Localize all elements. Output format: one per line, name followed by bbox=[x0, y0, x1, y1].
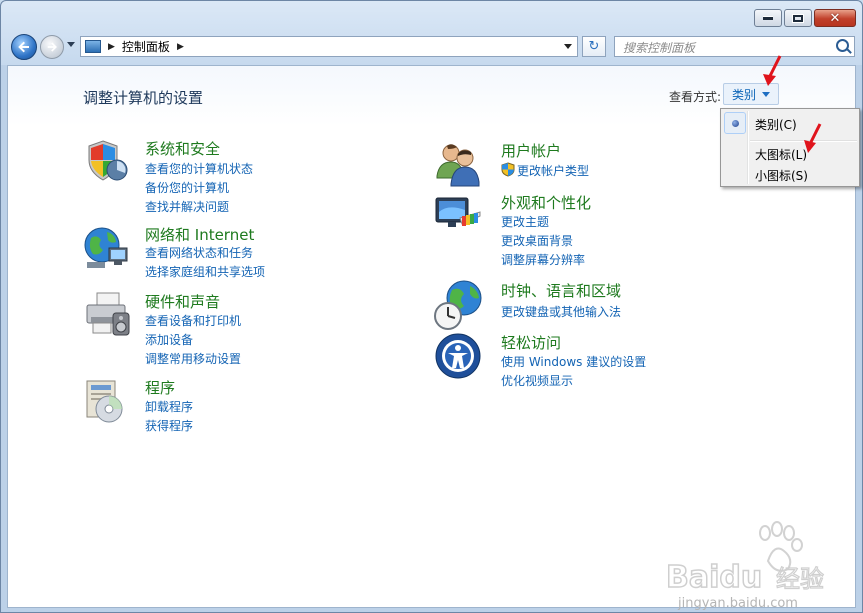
search-box[interactable] bbox=[614, 36, 855, 57]
baidu-jingyan-watermark: Baidu 经验 jingyan.baidu.com bbox=[665, 521, 825, 611]
link-adjust-screen-resolution[interactable]: 调整屏幕分辨率 bbox=[501, 251, 585, 268]
link-add-device[interactable]: 添加设备 bbox=[145, 331, 193, 348]
page-title: 调整计算机的设置 bbox=[83, 89, 204, 107]
back-arrow-icon bbox=[18, 41, 29, 53]
link-windows-recommended-settings[interactable]: 使用 Windows 建议的设置 bbox=[501, 353, 646, 370]
minimize-button[interactable] bbox=[754, 9, 782, 27]
link-homegroup-sharing[interactable]: 选择家庭组和共享选项 bbox=[145, 263, 265, 280]
link-troubleshoot[interactable]: 查找并解决问题 bbox=[145, 198, 229, 215]
back-button[interactable] bbox=[11, 34, 37, 60]
forward-button[interactable] bbox=[40, 35, 64, 59]
link-optimize-video-display[interactable]: 优化视频显示 bbox=[501, 372, 573, 389]
watermark-brand: Baidu bbox=[666, 560, 762, 595]
users-icon bbox=[436, 144, 480, 187]
link-change-keyboard-input[interactable]: 更改键盘或其他输入法 bbox=[501, 303, 621, 320]
address-bar[interactable]: ▶ 控制面板 ▶ bbox=[80, 36, 578, 57]
category-title-ease-of-access[interactable]: 轻松访问 bbox=[501, 332, 561, 353]
menu-item-label: 小图标(S) bbox=[755, 169, 808, 183]
category-title-user-accounts[interactable]: 用户帐户 bbox=[501, 140, 561, 161]
category-title-system-security[interactable]: 系统和安全 bbox=[145, 138, 220, 159]
control-panel-window: ✕ ▶ 控制面板 ▶ ↻ 调整计算机的设置 查看方式: 类别 bbox=[0, 0, 863, 613]
link-change-theme[interactable]: 更改主题 bbox=[501, 213, 549, 230]
watermark-url: jingyan.baidu.com bbox=[677, 596, 798, 611]
search-icon[interactable] bbox=[836, 39, 849, 52]
search-input[interactable] bbox=[615, 38, 823, 57]
link-get-programs[interactable]: 获得程序 bbox=[145, 417, 193, 434]
view-by-menu: 类别(C) 大图标(L) 小图标(S) bbox=[720, 108, 860, 187]
annotation-arrow-icon bbox=[804, 123, 822, 153]
radio-checked-icon bbox=[724, 112, 746, 134]
maximize-button[interactable] bbox=[784, 9, 812, 27]
chevron-down-icon bbox=[564, 44, 572, 49]
category-title-appearance-personalization[interactable]: 外观和个性化 bbox=[501, 192, 591, 213]
watermark-brand-cn: 经验 bbox=[776, 565, 824, 593]
category-title-network-internet[interactable]: 网络和 Internet bbox=[145, 224, 254, 245]
menu-item-category[interactable]: 类别(C) bbox=[723, 112, 857, 134]
menu-item-large-icons[interactable]: 大图标(L) bbox=[723, 142, 857, 164]
link-change-account-type[interactable]: 更改帐户类型 bbox=[517, 162, 589, 179]
category-title-hardware-sound[interactable]: 硬件和声音 bbox=[145, 291, 220, 312]
annotation-arrow-icon bbox=[763, 55, 782, 86]
link-change-desktop-background[interactable]: 更改桌面背景 bbox=[501, 232, 573, 249]
maximize-icon bbox=[792, 13, 804, 23]
uac-shield-icon bbox=[501, 162, 515, 177]
breadcrumb-control-panel[interactable]: 控制面板 bbox=[122, 38, 170, 55]
refresh-icon: ↻ bbox=[588, 39, 600, 54]
breadcrumb-chevron-icon[interactable]: ▶ bbox=[177, 42, 184, 52]
forward-arrow-icon bbox=[47, 42, 57, 52]
clock-globe-icon bbox=[434, 280, 482, 330]
close-button[interactable]: ✕ bbox=[814, 9, 856, 27]
minimize-icon bbox=[763, 16, 773, 20]
link-view-computer-status[interactable]: 查看您的计算机状态 bbox=[145, 160, 253, 177]
view-by-label: 查看方式: bbox=[669, 90, 722, 104]
programs-icon bbox=[86, 380, 123, 423]
view-by-value: 类别 bbox=[732, 87, 757, 102]
monitor-palette-icon bbox=[435, 197, 481, 227]
close-icon: ✕ bbox=[829, 10, 841, 26]
refresh-button[interactable]: ↻ bbox=[582, 36, 606, 57]
recent-pages-dropdown[interactable] bbox=[67, 42, 75, 47]
shield-icon bbox=[88, 140, 128, 181]
link-backup-computer[interactable]: 备份您的计算机 bbox=[145, 179, 229, 196]
link-view-network-status[interactable]: 查看网络状态和任务 bbox=[145, 244, 253, 261]
network-globe-icon bbox=[84, 227, 128, 268]
link-view-devices-printers[interactable]: 查看设备和打印机 bbox=[145, 312, 241, 329]
navigation-bar: ▶ 控制面板 ▶ ↻ bbox=[9, 34, 855, 60]
ease-of-access-icon bbox=[435, 333, 481, 379]
menu-item-label: 类别(C) bbox=[755, 118, 797, 132]
link-mobility-settings[interactable]: 调整常用移动设置 bbox=[145, 350, 241, 367]
menu-item-small-icons[interactable]: 小图标(S) bbox=[723, 163, 857, 185]
address-history-dropdown[interactable] bbox=[559, 37, 577, 56]
window-controls: ✕ bbox=[754, 9, 856, 29]
breadcrumb-chevron-icon[interactable]: ▶ bbox=[108, 42, 115, 52]
chevron-down-icon bbox=[762, 91, 771, 97]
control-panel-icon bbox=[85, 40, 101, 53]
printer-icon bbox=[86, 292, 130, 336]
link-uninstall-program[interactable]: 卸载程序 bbox=[145, 398, 193, 415]
category-title-programs[interactable]: 程序 bbox=[145, 377, 175, 398]
category-title-clock-language-region[interactable]: 时钟、语言和区域 bbox=[501, 280, 621, 301]
